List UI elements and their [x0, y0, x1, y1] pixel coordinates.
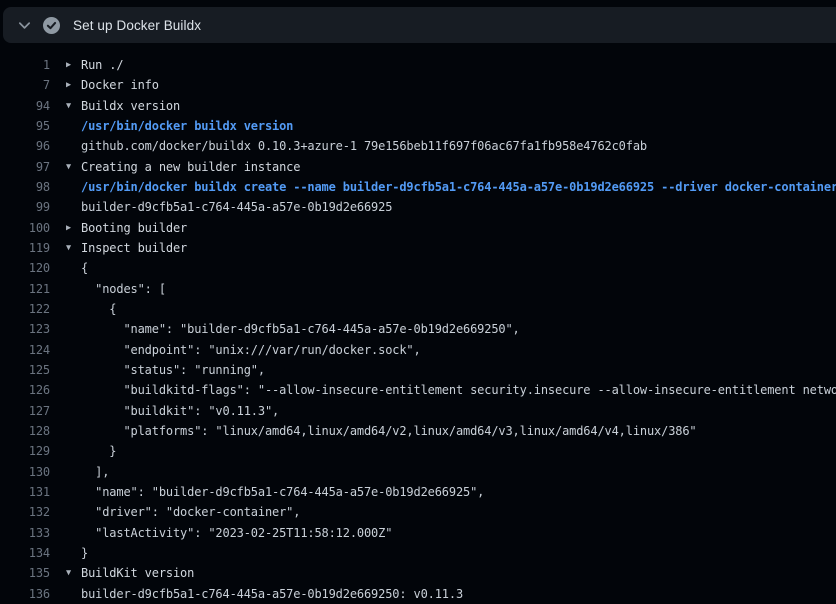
log-line: 119 ▼Inspect builder — [0, 238, 836, 258]
log-line: 95/usr/bin/docker buildx version — [0, 116, 836, 136]
line-number[interactable]: 1 — [0, 58, 50, 72]
log-group-title[interactable]: Creating a new builder instance — [81, 160, 300, 174]
log-viewer: Set up Docker Buildx 1▶Run ./7▶Docker in… — [0, 0, 836, 604]
log-line: 122 { — [0, 299, 836, 319]
log-line: 126 "buildkitd-flags": "--allow-insecure… — [0, 380, 836, 400]
log-line: 128 "platforms": "linux/amd64,linux/amd6… — [0, 421, 836, 441]
line-number[interactable]: 127 — [0, 404, 50, 418]
line-number[interactable]: 120 — [0, 261, 50, 275]
log-line: 135 ▼BuildKit version — [0, 563, 836, 583]
log-text: "driver": "docker-container", — [81, 505, 300, 519]
log-line: 132 "driver": "docker-container", — [0, 502, 836, 522]
line-number[interactable]: 126 — [0, 383, 50, 397]
line-number[interactable]: 135 — [0, 566, 50, 580]
log-text: /usr/bin/docker buildx create --name bui… — [81, 180, 836, 194]
line-number[interactable]: 125 — [0, 363, 50, 377]
log-text: /usr/bin/docker buildx version — [81, 119, 293, 133]
log-line: 131 "name": "builder-d9cfb5a1-c764-445a-… — [0, 482, 836, 502]
line-number[interactable]: 133 — [0, 526, 50, 540]
log-line: 127 "buildkit": "v0.11.3", — [0, 401, 836, 421]
line-number[interactable]: 119 — [0, 241, 50, 255]
log-text: } — [81, 546, 88, 560]
line-number[interactable]: 124 — [0, 343, 50, 357]
check-circle-icon — [43, 17, 60, 34]
line-number[interactable]: 99 — [0, 200, 50, 214]
line-number[interactable]: 128 — [0, 424, 50, 438]
log-group-title[interactable]: BuildKit version — [81, 566, 194, 580]
log-line: 94 ▼Buildx version — [0, 96, 836, 116]
log-group-title[interactable]: Docker info — [81, 78, 159, 92]
line-number[interactable]: 95 — [0, 119, 50, 133]
log-line: 120 { — [0, 258, 836, 278]
step-title: Set up Docker Buildx — [73, 18, 201, 33]
line-number[interactable]: 132 — [0, 505, 50, 519]
line-number[interactable]: 97 — [0, 160, 50, 174]
log-text: "platforms": "linux/amd64,linux/amd64/v2… — [81, 424, 697, 438]
log-text: "name": "builder-d9cfb5a1-c764-445a-a57e… — [81, 322, 520, 336]
log-line: 133 "lastActivity": "2023-02-25T11:58:12… — [0, 523, 836, 543]
line-number[interactable]: 134 — [0, 546, 50, 560]
log-group-title[interactable]: Run ./ — [81, 58, 123, 72]
log-text: { — [81, 261, 88, 275]
log-line: 97 ▼Creating a new builder instance — [0, 157, 836, 177]
line-number[interactable]: 98 — [0, 180, 50, 194]
log-line: 7 ▶Docker info — [0, 75, 836, 95]
step-header[interactable]: Set up Docker Buildx — [3, 7, 836, 43]
log-line: 123 "name": "builder-d9cfb5a1-c764-445a-… — [0, 319, 836, 339]
log-line: 130 ], — [0, 462, 836, 482]
line-number[interactable]: 121 — [0, 282, 50, 296]
log-group-title[interactable]: Inspect builder — [81, 241, 187, 255]
log-text: ], — [81, 465, 109, 479]
log-line: 121 "nodes": [ — [0, 279, 836, 299]
line-number[interactable]: 129 — [0, 444, 50, 458]
expand-group-icon[interactable]: ▶ — [66, 80, 79, 90]
log-text: "endpoint": "unix:///var/run/docker.sock… — [81, 343, 421, 357]
collapse-group-icon[interactable]: ▼ — [66, 568, 79, 578]
log-line: 1 ▶Run ./ — [0, 55, 836, 75]
log-lines: 1▶Run ./7▶Docker info94▼Buildx version95… — [0, 55, 836, 604]
log-line: 99 builder-d9cfb5a1-c764-445a-a57e-0b19d2… — [0, 197, 836, 217]
log-line: 96 github.com/docker/buildx 0.10.3+azure-… — [0, 136, 836, 156]
expand-group-icon[interactable]: ▶ — [66, 223, 79, 233]
collapse-group-icon[interactable]: ▼ — [66, 101, 79, 111]
line-number[interactable]: 123 — [0, 322, 50, 336]
log-text: } — [81, 444, 116, 458]
expand-group-icon[interactable]: ▶ — [66, 60, 79, 70]
line-number[interactable]: 94 — [0, 99, 50, 113]
log-group-title[interactable]: Booting builder — [81, 221, 187, 235]
chevron-down-icon[interactable] — [16, 17, 32, 33]
log-text: "buildkit": "v0.11.3", — [81, 404, 279, 418]
collapse-group-icon[interactable]: ▼ — [66, 162, 79, 172]
log-line: 100 ▶Booting builder — [0, 218, 836, 238]
log-text: builder-d9cfb5a1-c764-445a-a57e-0b19d2e6… — [81, 200, 392, 214]
log-text: "name": "builder-d9cfb5a1-c764-445a-a57e… — [81, 485, 484, 499]
line-number[interactable]: 131 — [0, 485, 50, 499]
line-number[interactable]: 96 — [0, 139, 50, 153]
log-group-title[interactable]: Buildx version — [81, 99, 180, 113]
log-text: "lastActivity": "2023-02-25T11:58:12.000… — [81, 526, 392, 540]
line-number[interactable]: 122 — [0, 302, 50, 316]
log-text: "status": "running", — [81, 363, 265, 377]
log-line: 125 "status": "running", — [0, 360, 836, 380]
log-text: builder-d9cfb5a1-c764-445a-a57e-0b19d2e6… — [81, 587, 463, 601]
line-number[interactable]: 130 — [0, 465, 50, 479]
log-line: 124 "endpoint": "unix:///var/run/docker.… — [0, 340, 836, 360]
log-line: 134} — [0, 543, 836, 563]
log-line: 136 builder-d9cfb5a1-c764-445a-a57e-0b19d… — [0, 584, 836, 604]
log-text: "nodes": [ — [81, 282, 166, 296]
log-text: { — [81, 302, 116, 316]
line-number[interactable]: 136 — [0, 587, 50, 601]
line-number[interactable]: 7 — [0, 78, 50, 92]
log-line: 98/usr/bin/docker buildx create --name b… — [0, 177, 836, 197]
log-line: 129 } — [0, 441, 836, 461]
log-text: github.com/docker/buildx 0.10.3+azure-1 … — [81, 139, 647, 153]
line-number[interactable]: 100 — [0, 221, 50, 235]
log-text: "buildkitd-flags": "--allow-insecure-ent… — [81, 383, 836, 397]
collapse-group-icon[interactable]: ▼ — [66, 243, 79, 253]
